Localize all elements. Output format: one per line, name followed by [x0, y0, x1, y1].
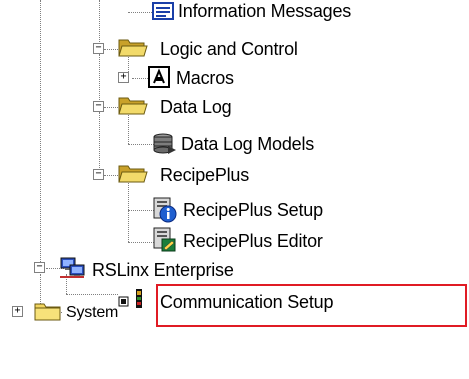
selection-highlight: [156, 284, 467, 327]
tree-connector: [128, 210, 154, 211]
tree-item-label[interactable]: Macros: [176, 67, 234, 89]
tree-item-label[interactable]: Logic and Control: [160, 38, 298, 60]
tree-connector: [99, 0, 100, 10]
folder-open-icon: [118, 162, 148, 189]
recipe-setup-icon: [152, 196, 178, 229]
tree-connector: [104, 107, 118, 108]
folder-closed-icon: [34, 300, 62, 327]
network-computer-icon: [58, 256, 86, 285]
macros-icon: [148, 66, 170, 93]
collapse-toggle[interactable]: −: [93, 101, 104, 112]
tree-item-label[interactable]: Information Messages: [178, 0, 351, 22]
project-explorer-tree: Information Messages − Logic and Control…: [0, 0, 469, 379]
information-messages-icon: [152, 2, 174, 25]
tree-connector: [104, 49, 118, 50]
recipe-editor-icon: [152, 226, 178, 259]
collapse-toggle[interactable]: −: [34, 262, 45, 273]
tree-connector: [128, 12, 152, 13]
communication-icon: [118, 286, 154, 315]
folder-open-icon: [118, 94, 148, 121]
tree-connector: [99, 54, 100, 106]
database-icon: [152, 132, 178, 161]
tree-item-label[interactable]: Data Log Models: [181, 133, 314, 155]
expand-toggle[interactable]: +: [118, 72, 129, 83]
tree-connector: [40, 0, 41, 262]
expand-toggle[interactable]: +: [12, 306, 23, 317]
tree-connector: [104, 175, 118, 176]
tree-connector: [66, 294, 118, 295]
tree-connector: [99, 112, 100, 168]
tree-item-label[interactable]: Data Log: [160, 96, 232, 118]
tree-item-label[interactable]: RecipePlus Setup: [183, 199, 323, 221]
tree-item-label[interactable]: RSLinx Enterprise: [92, 259, 234, 281]
folder-open-icon: [118, 36, 148, 63]
tree-connector: [128, 144, 154, 145]
tree-item-label[interactable]: System: [66, 302, 118, 324]
tree-item-label[interactable]: RecipePlus Editor: [183, 230, 323, 252]
tree-connector: [128, 242, 154, 243]
collapse-toggle[interactable]: −: [93, 169, 104, 180]
tree-item-label[interactable]: RecipePlus: [160, 164, 249, 186]
collapse-toggle[interactable]: −: [93, 43, 104, 54]
